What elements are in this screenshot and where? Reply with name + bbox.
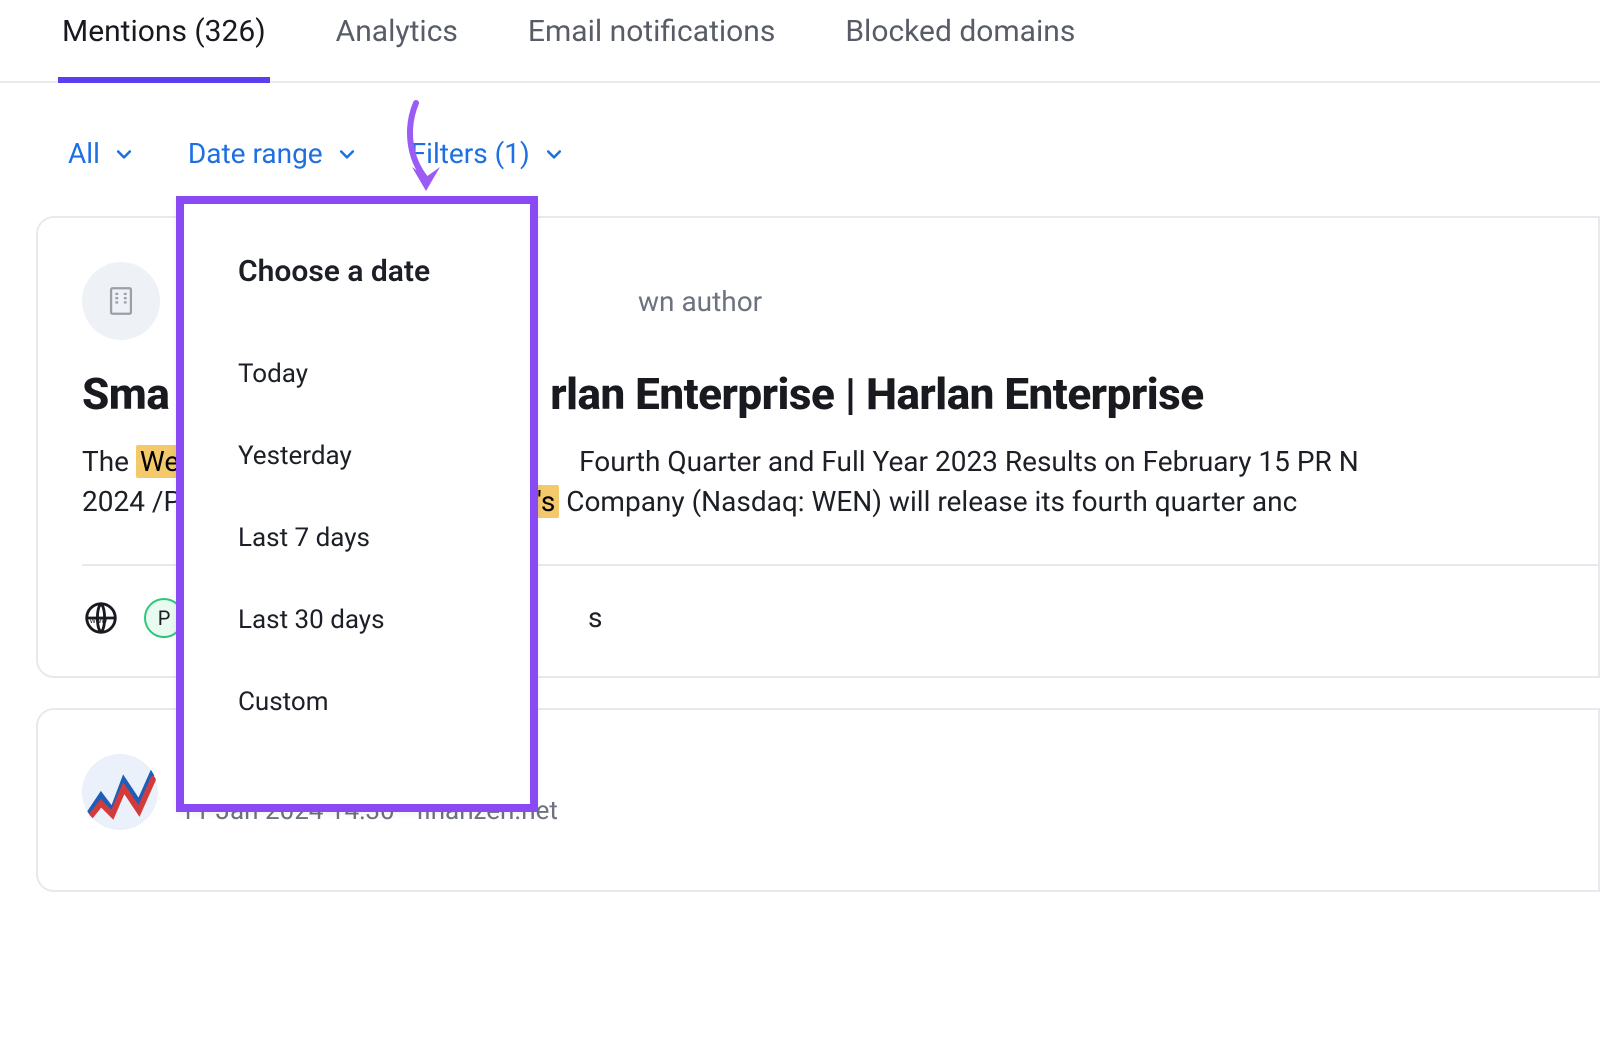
- snippet-text: The: [82, 445, 136, 478]
- mention-title-frag: Sma: [82, 368, 169, 420]
- filter-filters-label: Filters (1): [411, 137, 530, 170]
- date-option-last-7[interactable]: Last 7 days: [238, 497, 484, 579]
- filter-all-label: All: [68, 137, 100, 170]
- tabs-bar: Mentions (326) Analytics Email notificat…: [0, 0, 1600, 83]
- chevron-down-icon: [337, 144, 357, 164]
- source-avatar: [82, 262, 160, 340]
- filter-all[interactable]: All: [68, 137, 134, 170]
- tab-email-notifications[interactable]: Email notifications: [524, 14, 779, 83]
- tab-blocked-domains[interactable]: Blocked domains: [841, 14, 1079, 83]
- snippet-text: Fourth Quarter and Full Year 2023 Result…: [579, 445, 1359, 478]
- globe-www-icon: www: [82, 599, 120, 637]
- snippet-text: Company (Nasdaq: WEN) will release its f…: [566, 485, 1297, 518]
- tab-analytics[interactable]: Analytics: [332, 14, 462, 83]
- chevron-down-icon: [114, 144, 134, 164]
- date-option-custom[interactable]: Custom: [238, 661, 484, 743]
- snippet-text: 2024 /P: [82, 485, 181, 518]
- mention-title-frag: rlan Enterprise | Harlan Enterprise: [550, 368, 1203, 420]
- filter-filters[interactable]: Filters (1): [411, 137, 564, 170]
- mention-author: wn author: [638, 285, 762, 318]
- date-option-last-30[interactable]: Last 30 days: [238, 579, 484, 661]
- filter-bar: All Date range Filters (1): [0, 83, 1600, 170]
- date-popover-title: Choose a date: [238, 254, 484, 289]
- footer-fragment: s: [588, 601, 602, 634]
- date-range-popover: Choose a date Today Yesterday Last 7 day…: [176, 196, 538, 812]
- filter-date-range-label: Date range: [188, 137, 323, 170]
- source-avatar: [82, 754, 158, 830]
- date-option-yesterday[interactable]: Yesterday: [238, 415, 484, 497]
- date-option-today[interactable]: Today: [238, 333, 484, 415]
- svg-text:www: www: [89, 615, 107, 624]
- tab-mentions[interactable]: Mentions (326): [58, 14, 270, 83]
- chevron-down-icon: [544, 144, 564, 164]
- filter-date-range[interactable]: Date range: [188, 137, 357, 170]
